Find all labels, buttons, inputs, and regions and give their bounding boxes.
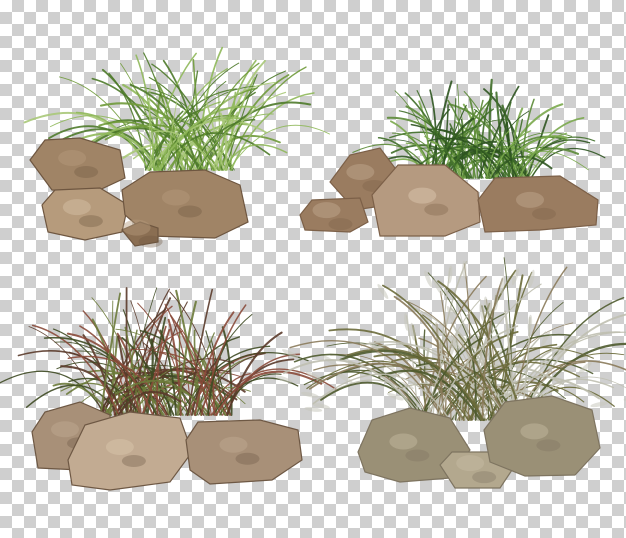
transparency-checkerboard — [0, 0, 626, 538]
rock-shadow — [177, 205, 202, 218]
rocks-with-dark-green-grass — [299, 78, 606, 237]
rock-shadow — [532, 207, 556, 220]
rock-highlight — [408, 187, 437, 204]
rock-highlight — [161, 189, 190, 206]
rock-highlight — [346, 164, 375, 180]
rock-shadow — [472, 471, 497, 484]
rock-highlight — [520, 423, 549, 440]
rock-shadow — [235, 452, 260, 465]
rock-shadow — [78, 215, 103, 228]
rock-highlight — [58, 150, 87, 166]
rock — [185, 419, 303, 485]
rock-highlight — [219, 436, 248, 453]
rock-highlight — [105, 439, 134, 455]
rock-shadow — [328, 218, 353, 231]
rock-shadow — [138, 235, 163, 248]
rock-shadow — [536, 439, 561, 452]
rocks-with-feather-grass — [275, 257, 626, 489]
rock — [41, 187, 129, 241]
rock-shadow — [405, 449, 430, 462]
rock-highlight — [122, 219, 151, 236]
rock-highlight — [456, 455, 485, 472]
rock-highlight — [51, 421, 79, 438]
grass-plume — [590, 401, 609, 408]
plant-rock-illustrations — [0, 46, 626, 491]
rock-shadow — [424, 203, 449, 216]
rocks-with-red-tinged-grass — [0, 287, 339, 491]
grass-plume — [301, 391, 319, 398]
rock-highlight — [312, 202, 341, 219]
rock-shadow — [121, 455, 146, 467]
rock-shadow — [74, 166, 99, 178]
rock-highlight — [516, 191, 544, 208]
grass-plume — [527, 314, 533, 333]
rock-highlight — [62, 199, 91, 216]
rock-highlight — [389, 433, 418, 450]
rocks-with-green-grass — [23, 46, 330, 248]
